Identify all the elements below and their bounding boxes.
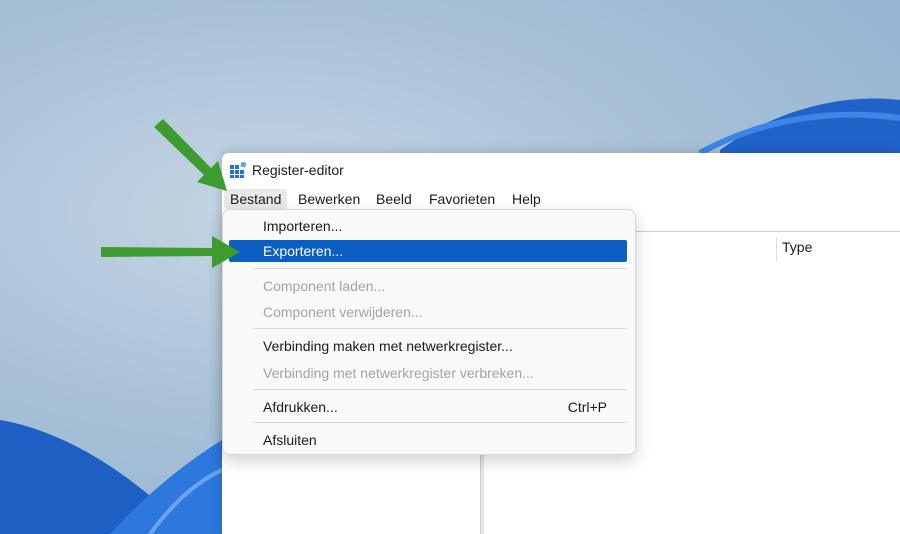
annotation-arrows	[101, 119, 240, 268]
arrow-to-exporteren-icon	[101, 236, 240, 268]
arrow-to-bestand-icon	[154, 119, 227, 191]
